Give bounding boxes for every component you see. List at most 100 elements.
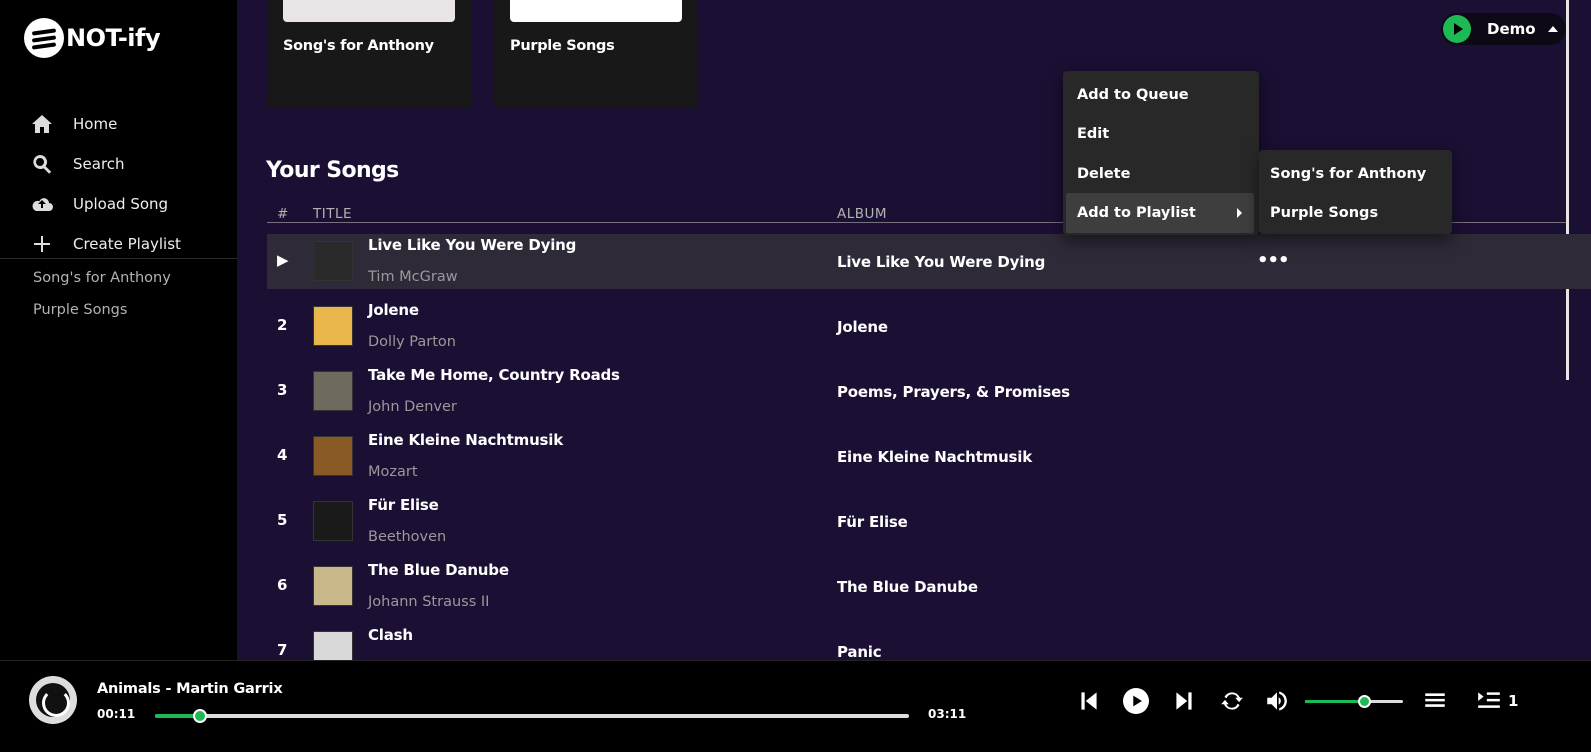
home-icon [32, 115, 52, 133]
sidebar-playlist-item[interactable]: Song's for Anthony [33, 266, 171, 298]
table-row[interactable]: 2 Jolene Dolly Parton Jolene [267, 299, 1591, 354]
song-album[interactable]: Poems, Prayers, & Promises [837, 383, 1070, 401]
user-menu-button[interactable]: Demo [1441, 13, 1566, 45]
song-album[interactable]: Live Like You Were Dying [837, 253, 1045, 271]
next-button[interactable] [1171, 688, 1197, 714]
table-row[interactable]: 5 Für Elise Beethoven Für Elise [267, 494, 1591, 549]
song-artist[interactable]: Tim McGraw [368, 269, 458, 285]
menu-add-to-queue[interactable]: Add to Queue [1066, 75, 1254, 115]
table-row[interactable]: 7ClashCaravan PalacePanic [267, 624, 1591, 665]
play-circle-icon [1123, 688, 1149, 714]
album-art [313, 241, 353, 281]
album-art [313, 306, 353, 346]
column-header-number: # [277, 206, 289, 222]
volume-handle[interactable] [1357, 695, 1371, 708]
album-art [313, 501, 353, 541]
queue-count: 1 [1508, 692, 1519, 710]
more-options-icon[interactable]: ••• [1257, 250, 1290, 271]
progress-handle[interactable] [193, 709, 208, 723]
player-bar: Animals - Martin Garrix 00:11 03:11 1 [0, 660, 1591, 752]
album-art [313, 566, 353, 606]
nav-upload-song[interactable]: Upload Song [30, 184, 181, 224]
song-artist[interactable]: Johann Strauss II [368, 594, 489, 610]
skip-next-icon [1176, 692, 1192, 710]
song-album[interactable]: Jolene [837, 318, 888, 336]
menu-delete[interactable]: Delete [1066, 154, 1254, 194]
row-number: 4 [277, 446, 288, 464]
playlist-card-image [510, 0, 682, 22]
now-playing-artwork [29, 676, 77, 724]
playlist-submenu: Song's for Anthony Purple Songs [1259, 150, 1452, 234]
song-title[interactable]: Eine Kleine Nachtmusik [368, 431, 563, 449]
user-avatar-play-icon [1443, 15, 1471, 43]
list-icon [1425, 693, 1445, 707]
nav-create-label: Create Playlist [73, 235, 181, 253]
table-row[interactable]: ▶ Live Like You Were Dying Tim McGraw Live … [267, 234, 1591, 289]
song-artist[interactable]: Mozart [368, 464, 418, 480]
row-number: 2 [277, 316, 288, 334]
search-icon [33, 155, 52, 174]
playlist-card[interactable]: Purple Songs [494, 0, 698, 108]
song-album[interactable]: The Blue Danube [837, 578, 978, 596]
sidebar-nav: Home Search Upload Song Create Playlist [30, 104, 181, 264]
lyrics-list-button[interactable] [1422, 688, 1448, 714]
song-album[interactable]: Panic [837, 643, 882, 661]
user-name: Demo [1487, 20, 1536, 38]
logo-icon [24, 18, 64, 58]
menu-add-to-playlist[interactable]: Add to Playlist [1066, 193, 1254, 233]
chevron-right-icon [1237, 208, 1242, 218]
volume-slider[interactable] [1305, 695, 1403, 708]
submenu-playlist-item[interactable]: Song's for Anthony [1259, 154, 1452, 194]
app-logo[interactable]: NOT-ify [24, 18, 161, 58]
queue-icon [1478, 692, 1500, 708]
row-number: 7 [277, 641, 288, 659]
song-title[interactable]: Jolene [368, 301, 419, 319]
total-time: 03:11 [928, 707, 967, 721]
elapsed-time: 00:11 [97, 707, 136, 721]
column-header-title: TITLE [313, 206, 353, 222]
playlist-card[interactable]: Song's for Anthony [267, 0, 471, 108]
song-title[interactable]: Take Me Home, Country Roads [368, 366, 620, 384]
song-title[interactable]: Live Like You Were Dying [368, 236, 576, 254]
context-menu: Add to Queue Edit Delete Add to Playlist [1063, 71, 1259, 235]
repeat-button[interactable] [1219, 688, 1245, 714]
main-content: Song's for Anthony Purple Songs Demo You… [237, 0, 1591, 665]
playlist-card-image [283, 0, 455, 22]
cloud-upload-icon [32, 198, 53, 211]
nav-upload-label: Upload Song [73, 195, 169, 213]
caret-up-icon [1547, 26, 1558, 32]
volume-fill [1305, 700, 1364, 703]
playlist-card-title: Song's for Anthony [283, 38, 434, 54]
submenu-playlist-item[interactable]: Purple Songs [1259, 193, 1452, 233]
menu-edit[interactable]: Edit [1066, 114, 1254, 154]
song-title[interactable]: Clash [368, 626, 413, 644]
queue-button[interactable] [1476, 688, 1502, 714]
volume-icon [1267, 691, 1287, 711]
row-number: 5 [277, 511, 288, 529]
nav-home[interactable]: Home [30, 104, 181, 144]
nav-home-label: Home [73, 115, 118, 133]
progress-bar[interactable] [155, 709, 909, 723]
song-album[interactable]: Für Elise [837, 513, 908, 531]
album-art [313, 436, 353, 476]
nav-search[interactable]: Search [30, 144, 181, 184]
song-artist[interactable]: Beethoven [368, 529, 446, 545]
table-row[interactable]: 3 Take Me Home, Country Roads John Denver P… [267, 364, 1591, 419]
album-art [313, 371, 353, 411]
song-artist[interactable]: Dolly Parton [368, 334, 456, 350]
table-row[interactable]: 6 The Blue Danube Johann Strauss II The Blu… [267, 559, 1591, 614]
song-title[interactable]: The Blue Danube [368, 561, 509, 579]
song-artist[interactable]: John Denver [368, 399, 457, 415]
sidebar-divider [0, 258, 237, 259]
play-button[interactable] [1123, 688, 1149, 714]
volume-button[interactable] [1264, 688, 1290, 714]
sidebar-playlist-item[interactable]: Purple Songs [33, 298, 171, 330]
row-number: 6 [277, 576, 288, 594]
plus-icon [34, 236, 50, 252]
play-row-icon[interactable]: ▶ [277, 251, 289, 269]
song-album[interactable]: Eine Kleine Nachtmusik [837, 448, 1032, 466]
table-row[interactable]: 4 Eine Kleine Nachtmusik Mozart Eine Kleine… [267, 429, 1591, 484]
song-title[interactable]: Für Elise [368, 496, 439, 514]
previous-button[interactable] [1076, 688, 1102, 714]
sidebar-playlists: Song's for Anthony Purple Songs [33, 266, 171, 330]
